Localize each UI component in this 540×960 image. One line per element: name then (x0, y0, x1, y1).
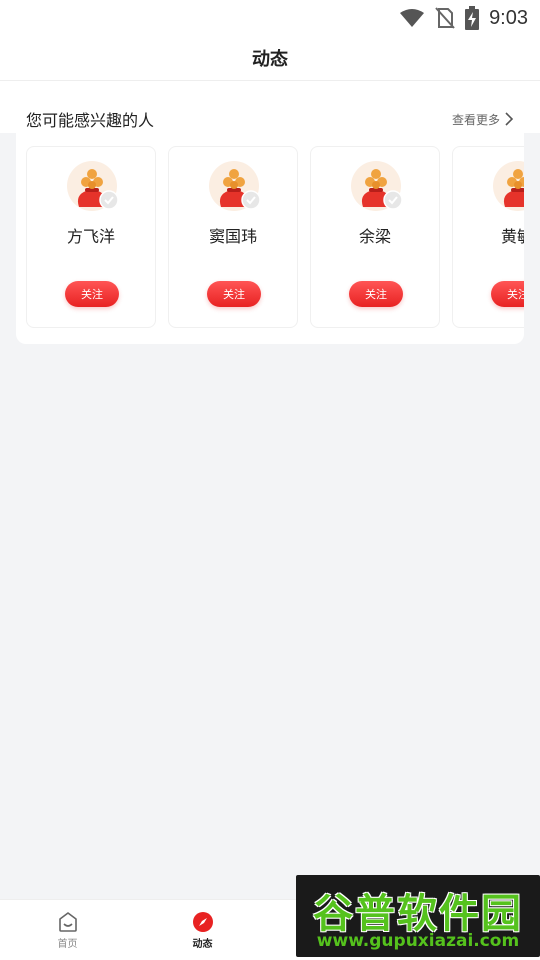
verified-badge-icon (99, 190, 119, 210)
page-title: 动态 (252, 49, 288, 70)
tab-feed[interactable]: 动态 (135, 900, 270, 960)
no-sim-icon (435, 7, 455, 29)
tab-home[interactable]: 首页 (0, 900, 135, 960)
battery-charging-icon (465, 6, 480, 30)
money-bag-icon (493, 161, 524, 211)
tab-feed-label: 动态 (192, 939, 213, 950)
wifi-icon (400, 9, 425, 27)
person-card[interactable]: 窦国玮 关注 (168, 146, 298, 328)
person-name: 余梁 (358, 227, 391, 246)
recommend-header: 您可能感兴趣的人 查看更多 (26, 107, 514, 131)
person-card[interactable]: 黄敏 关注 (452, 146, 524, 328)
person-card[interactable]: 余梁 关注 (310, 146, 440, 328)
recommend-title: 您可能感兴趣的人 (26, 111, 155, 130)
follow-button[interactable]: 关注 (207, 281, 261, 307)
recommend-section: 您可能感兴趣的人 查看更多 方飞洋 关注 窦国玮 关注 余梁 关注 黄 关注 (16, 99, 524, 344)
compass-icon (192, 912, 213, 932)
person-name: 方飞洋 (66, 227, 115, 246)
recommend-list: 方飞洋 关注 窦国玮 关注 余梁 关注 黄 关注 (26, 146, 524, 328)
nav-bar: 动态 (0, 36, 540, 81)
verified-badge-icon (241, 190, 261, 210)
tab-home-label: 首页 (57, 939, 78, 950)
status-time: 9:03 (489, 6, 528, 29)
watermark-url: www.gupuxiazai.com (316, 931, 520, 951)
see-more-link[interactable]: 查看更多 (452, 111, 514, 128)
person-card[interactable]: 方飞洋 关注 (26, 146, 156, 328)
avatar (493, 161, 524, 211)
person-name: 窦国玮 (208, 227, 257, 246)
home-icon (58, 912, 77, 932)
verified-badge-icon (383, 190, 403, 210)
watermark-logo: 谷普软件园 www.gupuxiazai.com (296, 875, 540, 957)
chevron-right-icon (505, 112, 514, 126)
person-name: 黄敏 (500, 227, 524, 246)
follow-button[interactable]: 关注 (349, 281, 403, 307)
follow-button[interactable]: 关注 (65, 281, 119, 307)
status-bar: 9:03 (0, 0, 540, 36)
see-more-label: 查看更多 (451, 112, 500, 127)
follow-button[interactable]: 关注 (491, 281, 524, 307)
